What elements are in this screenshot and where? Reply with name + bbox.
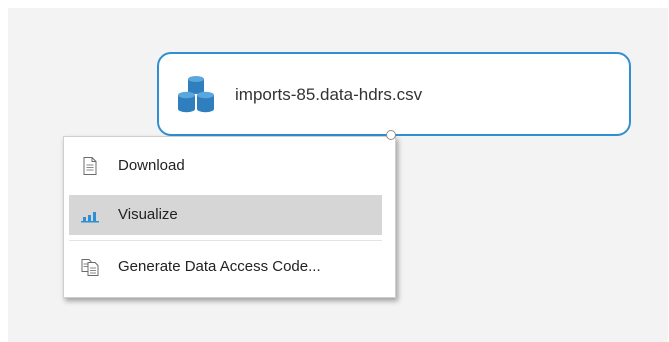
dataset-node[interactable]: imports-85.data-hdrs.csv	[157, 52, 631, 136]
copy-document-icon	[80, 257, 100, 277]
database-cylinders-icon	[176, 75, 216, 115]
menu-item-generate-data-access-code[interactable]: Generate Data Access Code...	[69, 247, 382, 287]
menu-separator	[69, 240, 382, 241]
menu-item-visualize[interactable]: Visualize	[69, 195, 382, 235]
context-menu: Download Visualize Generate Data Access …	[63, 136, 396, 298]
menu-item-download[interactable]: Download	[69, 146, 382, 186]
document-icon	[80, 156, 100, 176]
menu-item-label: Generate Data Access Code...	[118, 258, 321, 275]
menu-item-label: Visualize	[118, 206, 178, 223]
dataset-node-label: imports-85.data-hdrs.csv	[235, 85, 423, 104]
bar-chart-icon	[80, 205, 100, 225]
output-port[interactable]	[386, 130, 396, 140]
menu-item-label: Download	[118, 157, 185, 174]
